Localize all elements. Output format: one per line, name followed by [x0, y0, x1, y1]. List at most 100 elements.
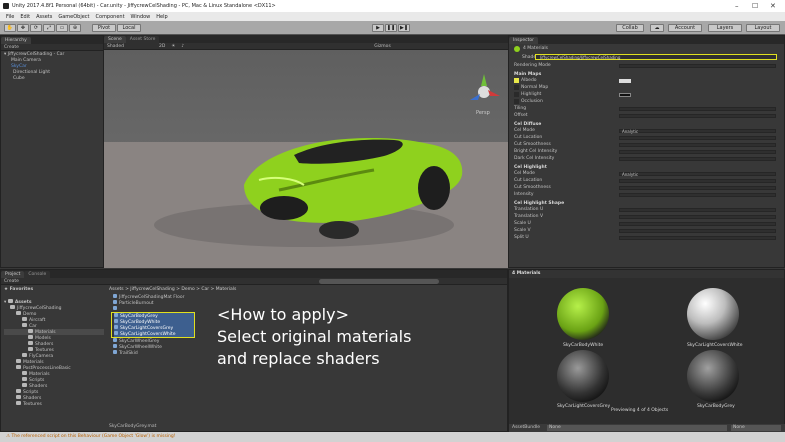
- project-create-dropdown[interactable]: Create: [4, 279, 19, 284]
- offset-field[interactable]: [619, 113, 776, 118]
- highlight-color-field[interactable]: [619, 92, 631, 97]
- menu-assets[interactable]: Assets: [36, 14, 52, 20]
- assetbundle-dropdown[interactable]: None: [547, 425, 727, 431]
- project-panel: Project Console Create ★ Favorites ▾ Ass…: [0, 269, 508, 432]
- cel-mode-label: Cel Mode: [514, 128, 535, 133]
- menu-help[interactable]: Help: [156, 14, 167, 20]
- caption-line-2: Select original materials: [217, 327, 412, 346]
- unity-logo-icon: [3, 3, 9, 9]
- preview-sphere-bodygrey: [687, 350, 739, 402]
- play-button[interactable]: ▶: [372, 24, 384, 32]
- material-icon: [113, 300, 117, 304]
- rotate-tool-button[interactable]: ⟳: [30, 24, 42, 32]
- project-search-input[interactable]: [318, 278, 439, 284]
- highlight-cut-location-slider[interactable]: [619, 178, 776, 183]
- bright-cel-intensity-slider[interactable]: [619, 149, 776, 154]
- translation-v-slider[interactable]: [619, 214, 776, 219]
- hierarchy-item-cube[interactable]: Cube: [4, 76, 100, 82]
- rect-tool-button[interactable]: ▭: [56, 24, 68, 32]
- tab-asset-store[interactable]: Asset Store: [125, 36, 160, 43]
- albedo-swatch[interactable]: [514, 78, 519, 83]
- tab-project[interactable]: Project: [1, 271, 25, 278]
- selection-highlight-box: SkyCarBodyGrey SkyCarBodyWhite SkyCarLig…: [111, 312, 195, 338]
- menu-component[interactable]: Component: [96, 14, 125, 20]
- move-tool-button[interactable]: ✥: [17, 24, 29, 32]
- occlusion-slot[interactable]: [514, 99, 519, 104]
- gizmos-dropdown[interactable]: Gizmos: [374, 44, 391, 49]
- highlight-cut-smoothness-slider[interactable]: [619, 185, 776, 190]
- albedo-color-field[interactable]: [619, 78, 631, 83]
- tiling-field[interactable]: [619, 106, 776, 111]
- normal-map-slot[interactable]: [514, 85, 519, 90]
- pivot-button[interactable]: Pivot: [92, 24, 116, 32]
- hand-tool-button[interactable]: ✋: [4, 24, 16, 32]
- folder-icon: [28, 341, 33, 345]
- folder-icon: [22, 317, 27, 321]
- close-icon[interactable]: ✕: [770, 2, 776, 10]
- highlight-slot[interactable]: [514, 92, 519, 97]
- file-label: SkyCarLightCoversWhite: [120, 332, 176, 337]
- transform-tool-button[interactable]: ⊕: [69, 24, 81, 32]
- file-item[interactable]: TrailSkid: [113, 350, 213, 356]
- file-item-selected[interactable]: SkyCarLightCoversWhite: [114, 331, 194, 337]
- split-u-slider[interactable]: [619, 235, 776, 240]
- maximize-icon[interactable]: ☐: [752, 2, 758, 10]
- breadcrumb[interactable]: Assets > JiffycrewCelShading > Demo > Ca…: [109, 287, 507, 293]
- account-button[interactable]: Account: [668, 24, 702, 32]
- audio-icon[interactable]: ♪: [181, 44, 184, 49]
- scale-v-slider[interactable]: [619, 228, 776, 233]
- local-button[interactable]: Local: [117, 24, 141, 32]
- status-bar[interactable]: ⚠ The referenced script on this Behaviou…: [0, 432, 785, 442]
- tree-label: Textures: [23, 402, 42, 407]
- menu-edit[interactable]: Edit: [20, 14, 30, 20]
- folder-icon: [10, 305, 15, 309]
- preview-label-2: SkyCarLightCoversWhite: [687, 343, 743, 348]
- menu-file[interactable]: File: [6, 14, 14, 20]
- rendering-mode-label: Rendering Mode: [514, 63, 551, 68]
- tree-item[interactable]: Textures: [4, 401, 104, 407]
- tab-hierarchy[interactable]: Hierarchy: [1, 37, 31, 44]
- highlight-cut-location-row: Cut Location: [509, 177, 784, 184]
- assetbundle-variant-dropdown[interactable]: None: [731, 425, 781, 431]
- layout-button[interactable]: Layout: [746, 24, 780, 32]
- shader-dropdown[interactable]: JiffycrewCelShading/JiffycrewCelShading: [535, 54, 777, 60]
- scene-view[interactable]: Scene Asset Store Shaded 2D ☀ ♪ Gizmos P…: [104, 35, 508, 268]
- translation-u-label: Translation U: [514, 207, 544, 212]
- file-label: TrailSkid: [119, 351, 138, 356]
- menu-gameobject[interactable]: GameObject: [58, 14, 89, 20]
- diffuse-cut-location-slider[interactable]: [619, 135, 776, 140]
- create-dropdown[interactable]: Create: [4, 45, 19, 50]
- step-button[interactable]: ▶❚: [398, 24, 410, 32]
- diffuse-cut-smoothness-slider[interactable]: [619, 142, 776, 147]
- dark-cel-intensity-slider[interactable]: [619, 156, 776, 161]
- rendering-mode-dropdown[interactable]: [619, 63, 776, 68]
- highlight-cel-mode-dropdown[interactable]: Analytic: [619, 171, 776, 176]
- pause-button[interactable]: ❚❚: [385, 24, 397, 32]
- assetbundle-label: AssetBundle: [512, 425, 540, 430]
- tab-console[interactable]: Console: [24, 271, 51, 278]
- lighting-icon[interactable]: ☀: [171, 44, 175, 49]
- offset-label: Offset: [514, 113, 528, 118]
- folder-icon: [16, 395, 21, 399]
- preview-label-3: SkyCarLightCoversGrey: [557, 404, 611, 409]
- scale-u-slider[interactable]: [619, 221, 776, 226]
- highlight-label: Highlight: [521, 92, 542, 97]
- folder-icon: [16, 389, 21, 393]
- highlight-intensity-row: Intensity: [509, 191, 784, 198]
- cloud-icon[interactable]: ☁: [650, 24, 664, 32]
- material-icon: [114, 313, 118, 317]
- collab-button[interactable]: Collab: [616, 24, 644, 32]
- highlight-intensity-slider[interactable]: [619, 192, 776, 197]
- translation-u-slider[interactable]: [619, 207, 776, 212]
- scale-tool-button[interactable]: ⤢: [43, 24, 55, 32]
- 2d-toggle[interactable]: 2D: [159, 44, 165, 49]
- minimize-icon[interactable]: –: [735, 2, 739, 10]
- tab-inspector[interactable]: Inspector: [509, 37, 538, 44]
- shading-mode-dropdown[interactable]: Shaded: [107, 44, 124, 49]
- folder-icon: [22, 377, 27, 381]
- layers-button[interactable]: Layers: [708, 24, 742, 32]
- tab-scene[interactable]: Scene: [104, 36, 126, 43]
- cel-mode-dropdown[interactable]: Analytic: [619, 128, 776, 133]
- preview-header: 4 Materials: [509, 270, 784, 278]
- menu-window[interactable]: Window: [131, 14, 151, 20]
